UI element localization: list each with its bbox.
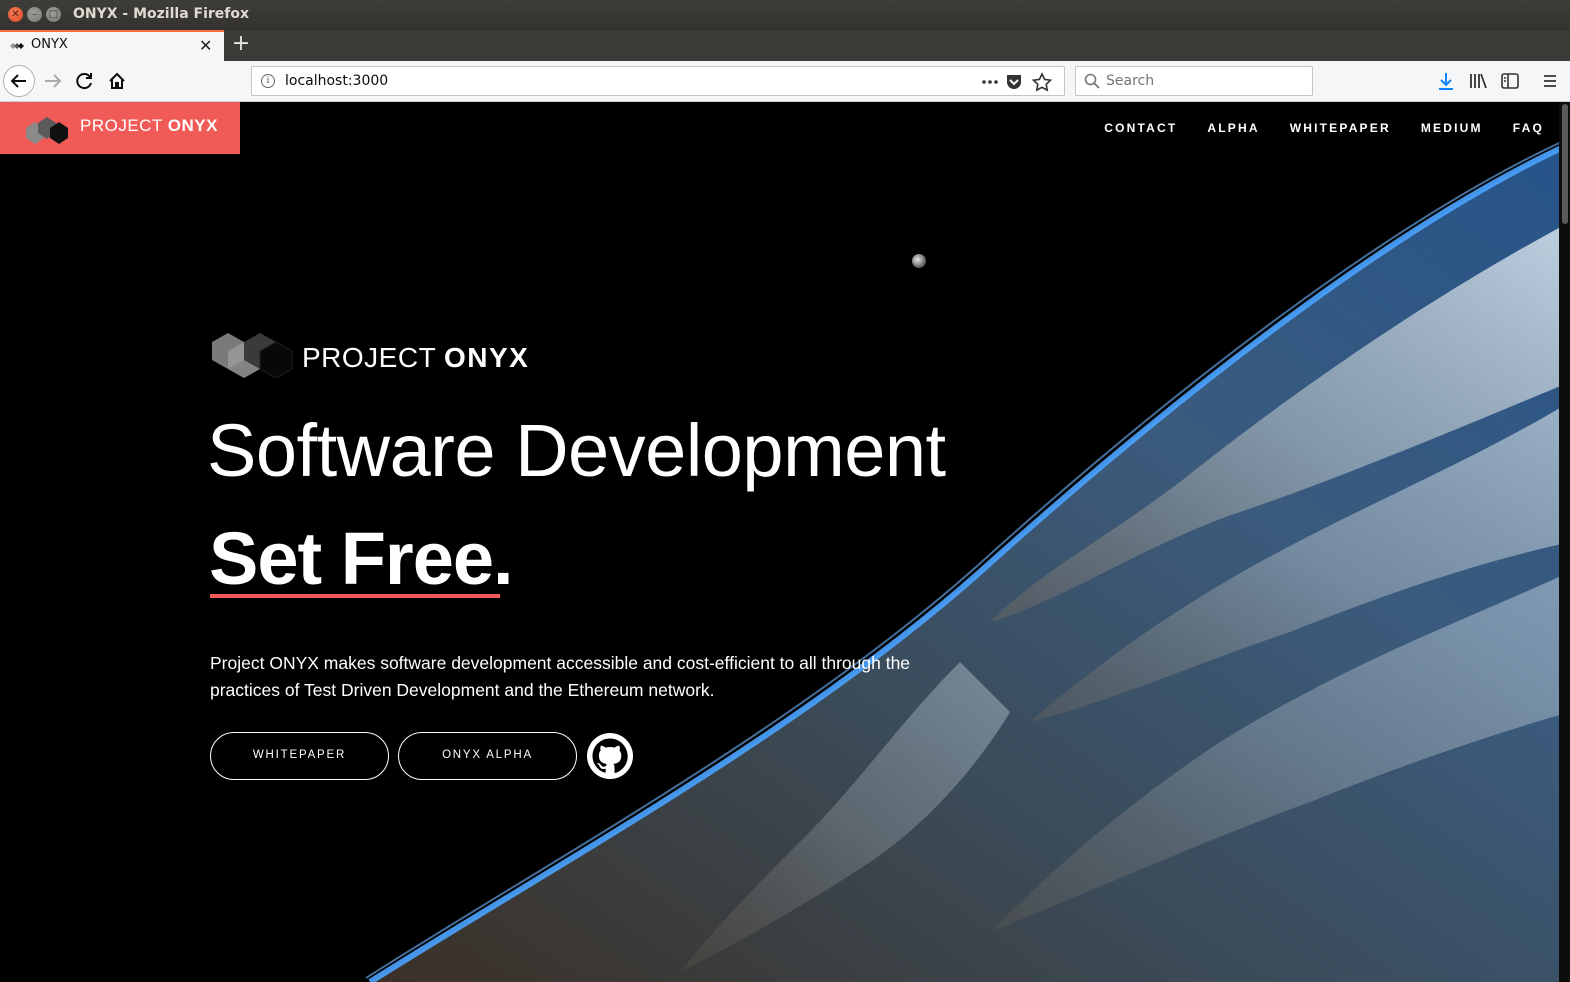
url-actions	[978, 71, 1058, 92]
home-icon	[109, 72, 125, 89]
library-icon[interactable]	[1468, 71, 1488, 91]
window-title: ONYX - Mozilla Firefox	[73, 6, 250, 22]
onyx-favicon-icon	[10, 43, 24, 49]
site-info-icon[interactable]: i	[261, 74, 275, 88]
nav-medium[interactable]: MEDIUM	[1421, 121, 1483, 135]
url-bar[interactable]: i localhost:3000	[251, 66, 1065, 96]
downloads-icon[interactable]	[1436, 71, 1456, 91]
nav-whitepaper[interactable]: WHITEPAPER	[1290, 121, 1391, 135]
sidebar-icon[interactable]	[1500, 71, 1520, 91]
page-actions-icon[interactable]	[982, 80, 998, 84]
pocket-icon[interactable]	[1007, 75, 1021, 89]
search-icon	[1084, 73, 1100, 89]
arrow-right-icon	[45, 74, 62, 88]
nav-alpha[interactable]: ALPHA	[1207, 121, 1259, 135]
close-tab-icon[interactable]: ✕	[199, 36, 212, 55]
tagline-underline	[210, 594, 500, 598]
brand-text: PROJECT ONYX	[80, 116, 218, 135]
new-tab-button[interactable]: +	[230, 31, 252, 56]
bookmark-star-icon[interactable]	[1031, 72, 1053, 92]
site-nav: CONTACT ALPHA WHITEPAPER MEDIUM FAQ	[1104, 121, 1544, 135]
arrow-left-icon	[10, 74, 26, 88]
url-text[interactable]: localhost:3000	[285, 73, 388, 89]
hero-logo-text: PROJECT ONYX	[302, 342, 530, 373]
window-titlebar: ✕ – □ ONYX - Mozilla Firefox	[0, 0, 1570, 30]
window-maximize-button[interactable]: □	[46, 7, 61, 22]
page-viewport: PROJECT ONYX CONTACT ALPHA WHITEPAPER ME…	[0, 102, 1570, 982]
forward-button[interactable]	[37, 65, 69, 97]
page-scrollbar[interactable]	[1559, 102, 1570, 982]
moon	[912, 254, 926, 268]
github-icon[interactable]	[586, 732, 634, 780]
tab-strip: ONYX ✕ +	[0, 30, 1570, 61]
tab-onyx[interactable]: ONYX ✕	[0, 30, 224, 61]
tab-title: ONYX	[31, 37, 68, 52]
reload-icon	[76, 73, 92, 90]
reload-button[interactable]	[69, 65, 101, 97]
home-button[interactable]	[101, 65, 133, 97]
onyx-logo-icon	[26, 117, 68, 144]
site-brand-logo[interactable]: PROJECT ONYX	[0, 102, 240, 154]
nav-contact[interactable]: CONTACT	[1104, 121, 1177, 135]
back-button[interactable]	[3, 65, 35, 97]
scrollbar-thumb[interactable]	[1562, 104, 1568, 224]
search-bar[interactable]: Search	[1075, 66, 1313, 96]
search-input[interactable]: Search	[1106, 73, 1154, 89]
hero-headline: Software Development	[207, 409, 946, 492]
navigation-toolbar: i localhost:3000 Search	[0, 61, 1570, 102]
onyx-alpha-button[interactable]: ONYX ALPHA	[398, 732, 577, 780]
hero-tagline: Set Free.	[209, 517, 514, 600]
whitepaper-button[interactable]: WHITEPAPER	[210, 732, 389, 780]
hamburger-menu-icon[interactable]	[1540, 71, 1560, 91]
hero-intro-text: Project ONYX makes software development …	[210, 653, 911, 700]
nav-faq[interactable]: FAQ	[1513, 121, 1544, 135]
window-close-button[interactable]: ✕	[8, 7, 23, 22]
onyx-hero-logo-icon	[212, 333, 293, 378]
window-minimize-button[interactable]: –	[27, 7, 42, 22]
